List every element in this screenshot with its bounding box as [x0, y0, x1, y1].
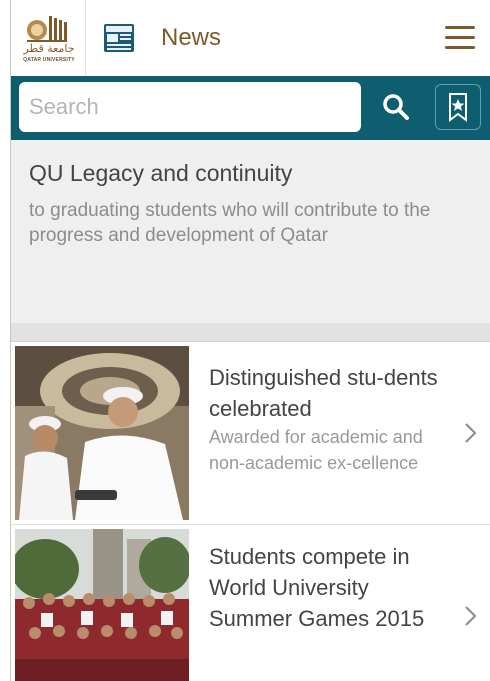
featured-article[interactable]: QU Legacy and continuity to graduating s… — [11, 140, 490, 324]
hamburger-menu-icon[interactable] — [445, 26, 475, 50]
logo-arabic-text: جامعة قطر — [23, 42, 75, 55]
bookmark-star-icon — [449, 93, 467, 122]
featured-subtitle: to graduating students who will contribu… — [29, 200, 431, 246]
app-frame: جامعة قطر QATAR UNIVERSITY News Search Q… — [10, 0, 490, 681]
university-logo[interactable]: جامعة قطر QATAR UNIVERSITY — [11, 0, 86, 76]
logo-emblem-icon — [27, 16, 67, 42]
bookmark-button[interactable] — [435, 84, 481, 130]
search-icon[interactable] — [379, 90, 415, 126]
news-item-subtitle: Awarded for academic and non-academic ex… — [209, 427, 423, 473]
news-thumbnail — [15, 346, 189, 520]
news-item-title: Distinguished stu-dents celebrated — [209, 365, 438, 421]
search-bar — [11, 76, 490, 140]
search-input[interactable] — [19, 82, 361, 132]
app-header: جامعة قطر QATAR UNIVERSITY News — [11, 0, 490, 77]
news-list-item[interactable]: Distinguished stu-dents celebrated Award… — [11, 342, 490, 525]
page-title: News — [161, 24, 222, 51]
newspaper-icon — [104, 24, 134, 52]
news-list-item[interactable]: Students compete in World University Sum… — [11, 525, 490, 681]
logo-english-text: QATAR UNIVERSITY — [23, 57, 75, 63]
chevron-right-icon — [465, 423, 477, 443]
news-item-title: Students compete in World University Sum… — [209, 544, 425, 631]
news-thumbnail — [15, 529, 189, 681]
section-divider — [11, 323, 490, 342]
featured-title: QU Legacy and continuity — [29, 160, 293, 186]
chevron-right-icon — [465, 606, 477, 626]
